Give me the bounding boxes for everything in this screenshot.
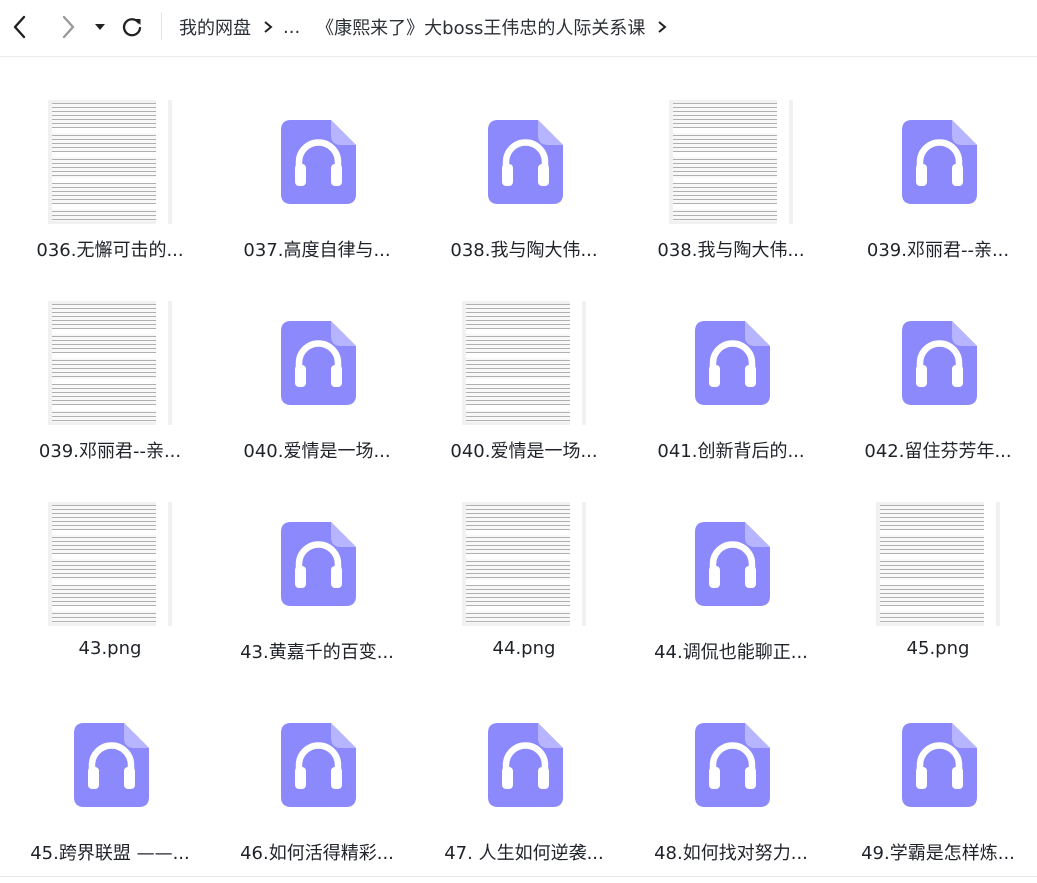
image-file-item[interactable]: 039.邓丽君--亲... [7,257,213,462]
audio-file-icon [74,723,149,807]
audio-file-icon [281,321,356,405]
audio-file-item[interactable]: 037.高度自律与... [214,56,420,261]
audio-file-icon [281,522,356,606]
top-toolbar: 我的网盘 ... 《康熙来了》大boss王伟忠的人际关系课 [0,0,1037,57]
image-thumbnail [462,301,586,425]
audio-file-icon [488,723,563,807]
image-thumbnail [669,100,793,224]
audio-file-icon [902,723,977,807]
file-name-label: 45.png [906,638,970,659]
image-thumbnail [48,100,172,224]
breadcrumb-root[interactable]: 我的网盘 [179,14,251,40]
audio-file-item[interactable]: 039.邓丽君--亲... [835,56,1037,261]
image-file-item[interactable]: 44.png [421,458,627,659]
audio-file-item[interactable]: 038.我与陶大伟... [421,56,627,261]
breadcrumb-ellipsis[interactable]: ... [283,17,300,38]
image-file-item[interactable]: 040.爱情是一场... [421,257,627,462]
audio-file-icon [695,723,770,807]
breadcrumb: 我的网盘 ... 《康熙来了》大boss王伟忠的人际关系课 [179,0,677,54]
image-thumbnail [48,301,172,425]
audio-file-item[interactable]: 042.留住芬芳年... [835,257,1037,462]
breadcrumb-expand-icon[interactable] [657,19,667,35]
audio-file-item[interactable]: 47. 人生如何逆袭... [421,659,627,864]
breadcrumb-current-folder[interactable]: 《康熙来了》大boss王伟忠的人际关系课 [316,14,645,40]
file-name-label: 46.如何活得精彩... [240,843,394,864]
audio-file-icon [902,120,977,204]
file-name-label: 44.png [492,638,556,659]
audio-file-item[interactable]: 040.爱情是一场... [214,257,420,462]
audio-file-icon [281,723,356,807]
forward-button[interactable] [52,10,84,44]
image-file-item[interactable]: 036.无懈可击的... [7,56,213,261]
file-name-label: 48.如何找对努力... [654,843,808,864]
refresh-button[interactable] [116,10,148,44]
audio-file-item[interactable]: 49.学霸是怎样炼... [835,659,1037,864]
audio-file-item[interactable]: 041.创新背后的... [628,257,834,462]
image-thumbnail [48,502,172,626]
image-thumbnail [462,502,586,626]
toolbar-divider [161,12,162,40]
image-file-item[interactable]: 45.png [835,458,1037,659]
audio-file-item[interactable]: 45.跨界联盟 ——... [7,659,213,864]
back-button[interactable] [4,10,36,44]
audio-file-item[interactable]: 43.黄嘉千的百变... [214,458,420,663]
caret-down-icon [95,24,105,30]
audio-file-icon [488,120,563,204]
image-file-item[interactable]: 038.我与陶大伟... [628,56,834,261]
refresh-icon [122,18,142,37]
bottom-divider [0,876,1037,877]
audio-file-icon [281,120,356,204]
chevron-left-icon [13,15,26,39]
audio-file-item[interactable]: 44.调侃也能聊正... [628,458,834,663]
file-name-label: 45.跨界联盟 ——... [30,843,190,864]
audio-file-icon [695,522,770,606]
file-name-label: 47. 人生如何逆袭... [444,843,604,864]
chevron-right-icon [62,15,75,39]
audio-file-item[interactable]: 46.如何活得精彩... [214,659,420,864]
file-name-label: 43.png [78,638,142,659]
history-dropdown-button[interactable] [86,10,114,44]
audio-file-icon [902,321,977,405]
image-thumbnail [876,502,1000,626]
image-file-item[interactable]: 43.png [7,458,213,659]
audio-file-icon [695,321,770,405]
file-name-label: 49.学霸是怎样炼... [861,843,1015,864]
breadcrumb-separator-icon [263,19,273,35]
audio-file-item[interactable]: 48.如何找对努力... [628,659,834,864]
